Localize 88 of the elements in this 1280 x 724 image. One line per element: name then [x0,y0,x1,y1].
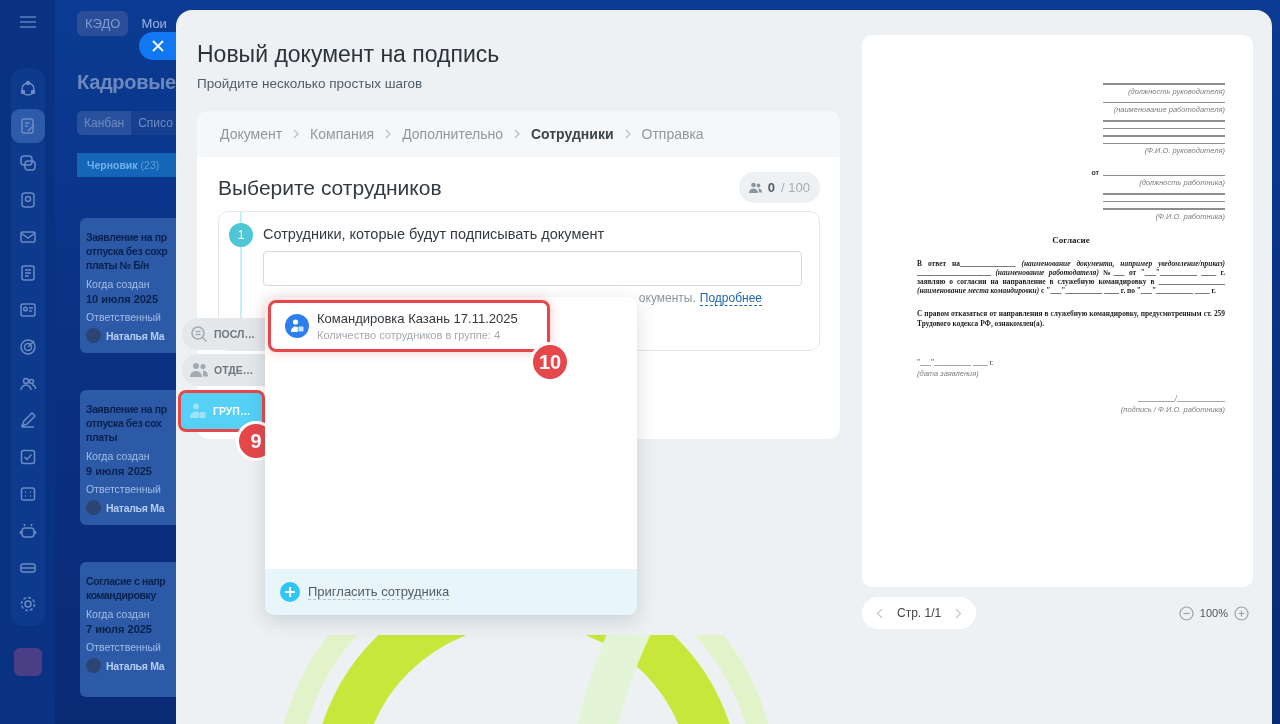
chevron-icon [385,129,392,139]
avatar-icon [86,500,101,515]
field-label: Когда создан [86,608,151,620]
step-badge: 10 [530,342,570,382]
picker-tab[interactable]: ОТДЕ… [182,354,265,386]
owner-name[interactable]: Наталья Ма [106,501,165,514]
checkbox-icon [18,448,37,467]
id-card-icon [18,301,37,320]
card-title: платы № Б/н [86,258,150,272]
plus-icon [280,582,300,602]
settings-icon [18,595,37,614]
counter-value: 0 [767,180,776,195]
owner-name[interactable]: Наталья Ма [106,329,165,342]
nav-tab[interactable]: КЭДО [77,10,129,36]
column-title: Черновик [87,159,138,171]
chevron-icon [624,129,631,139]
card-title: отпуска без сохр [86,244,169,258]
calendar-icon [18,485,37,503]
field-label: Ответственный [86,641,162,653]
page-title: Кадровые [77,71,176,94]
invite-link[interactable]: Пригласить сотрудника [308,584,450,600]
breadcrumb-step[interactable]: Дополнительно [402,126,503,142]
group-icon [189,402,207,420]
kanban-card[interactable]: Согласие с напр командировку Когда создан 7 июля 2025 Ответственный Наталья Ма [80,562,176,697]
employee-search-field[interactable] [263,251,802,286]
app-tile-icon[interactable] [13,647,42,676]
chevron-icon [293,129,300,139]
card-title: платы [86,430,118,444]
step-title: Сотрудники, которые будут подписывать документ [263,226,606,242]
sidebar-item[interactable] [10,109,45,144]
group-list-item[interactable]: Командировка Казань 17.11.2025 Количество сотрудников в группе: 4 [268,300,550,352]
group-name: Командировка Казань 17.11.2025 [317,311,518,326]
people-icon [190,362,208,378]
people-icon [748,182,762,193]
breadcrumb-step[interactable]: Документ [220,126,283,142]
kanban-card[interactable]: Заявление на пр отпуска без сохр платы № Б/н Когда создан 10 июля 2025 Ответственный Наталья Ма [80,218,176,353]
menu-icon[interactable] [19,16,36,28]
group-count: Количество сотрудников в группе: 4 [317,329,502,341]
nav-tab[interactable]: Мои [141,15,167,31]
document-title: Согласие [1051,234,1091,245]
page-indicator: Стр. 1/1 [897,606,942,620]
zoom-out-icon[interactable] [1178,605,1194,621]
previous-page-icon[interactable] [876,607,883,619]
owner-name[interactable]: Наталья Ма [106,659,165,672]
breadcrumb-step[interactable]: Компания [310,126,375,142]
target-icon [18,337,37,356]
view-tab[interactable]: Канбан [77,111,132,135]
hint-text: окументы. [638,291,696,306]
next-page-icon[interactable] [955,607,963,619]
breadcrumb-step[interactable]: Отправка [641,126,704,142]
field-label: Ответственный [86,311,162,323]
section-heading: Выберите сотрудников [218,175,442,200]
search-list-icon [190,325,208,343]
more-link[interactable]: Подробнее [699,291,762,306]
counter-limit: / 100 [781,180,810,195]
close-icon [152,40,164,52]
list-icon [18,264,37,283]
created-date: 10 июля 2025 [86,293,160,305]
zoom-level: 100% [1199,607,1228,619]
created-date: 9 июля 2025 [86,465,153,477]
avatar-icon [86,658,101,673]
cycle-icon [18,80,37,99]
zoom-in-icon[interactable] [1234,605,1249,621]
column-count: (23) [140,159,160,171]
created-date: 7 июля 2025 [86,623,153,635]
avatar-icon [86,328,101,343]
contact-icon [18,190,37,209]
dialog-title: Новый документ на подпись [197,40,501,69]
pen-icon [18,411,37,430]
card-title: командировку [86,588,157,602]
kanban-card[interactable]: Заявление на пр отпуска без сох платы Когда создан 9 июля 2025 Ответственный Наталья Ма [80,390,176,525]
card-title: Заявление на пр [86,230,168,244]
card-title: Заявление на пр [86,402,168,416]
card-title: отпуска без сох [86,416,163,430]
chat-icon [18,153,37,172]
field-label: Когда создан [86,278,151,290]
step-number: 1 [229,223,253,247]
picker-tab[interactable]: ПОСЛ… [182,318,265,350]
group-avatar-icon [285,314,309,338]
card-title: Согласие с напр [86,574,167,588]
breadcrumb-step[interactable]: Сотрудники [530,126,614,142]
field-label: Когда создан [86,450,151,462]
dialog-subtitle: Пройдите несколько простых шагов [197,76,424,91]
field-label: Ответственный [86,483,162,495]
document-icon [18,117,37,136]
robot-icon [18,521,37,540]
view-tab[interactable]: Списо [131,111,176,135]
chevron-icon [513,129,520,139]
